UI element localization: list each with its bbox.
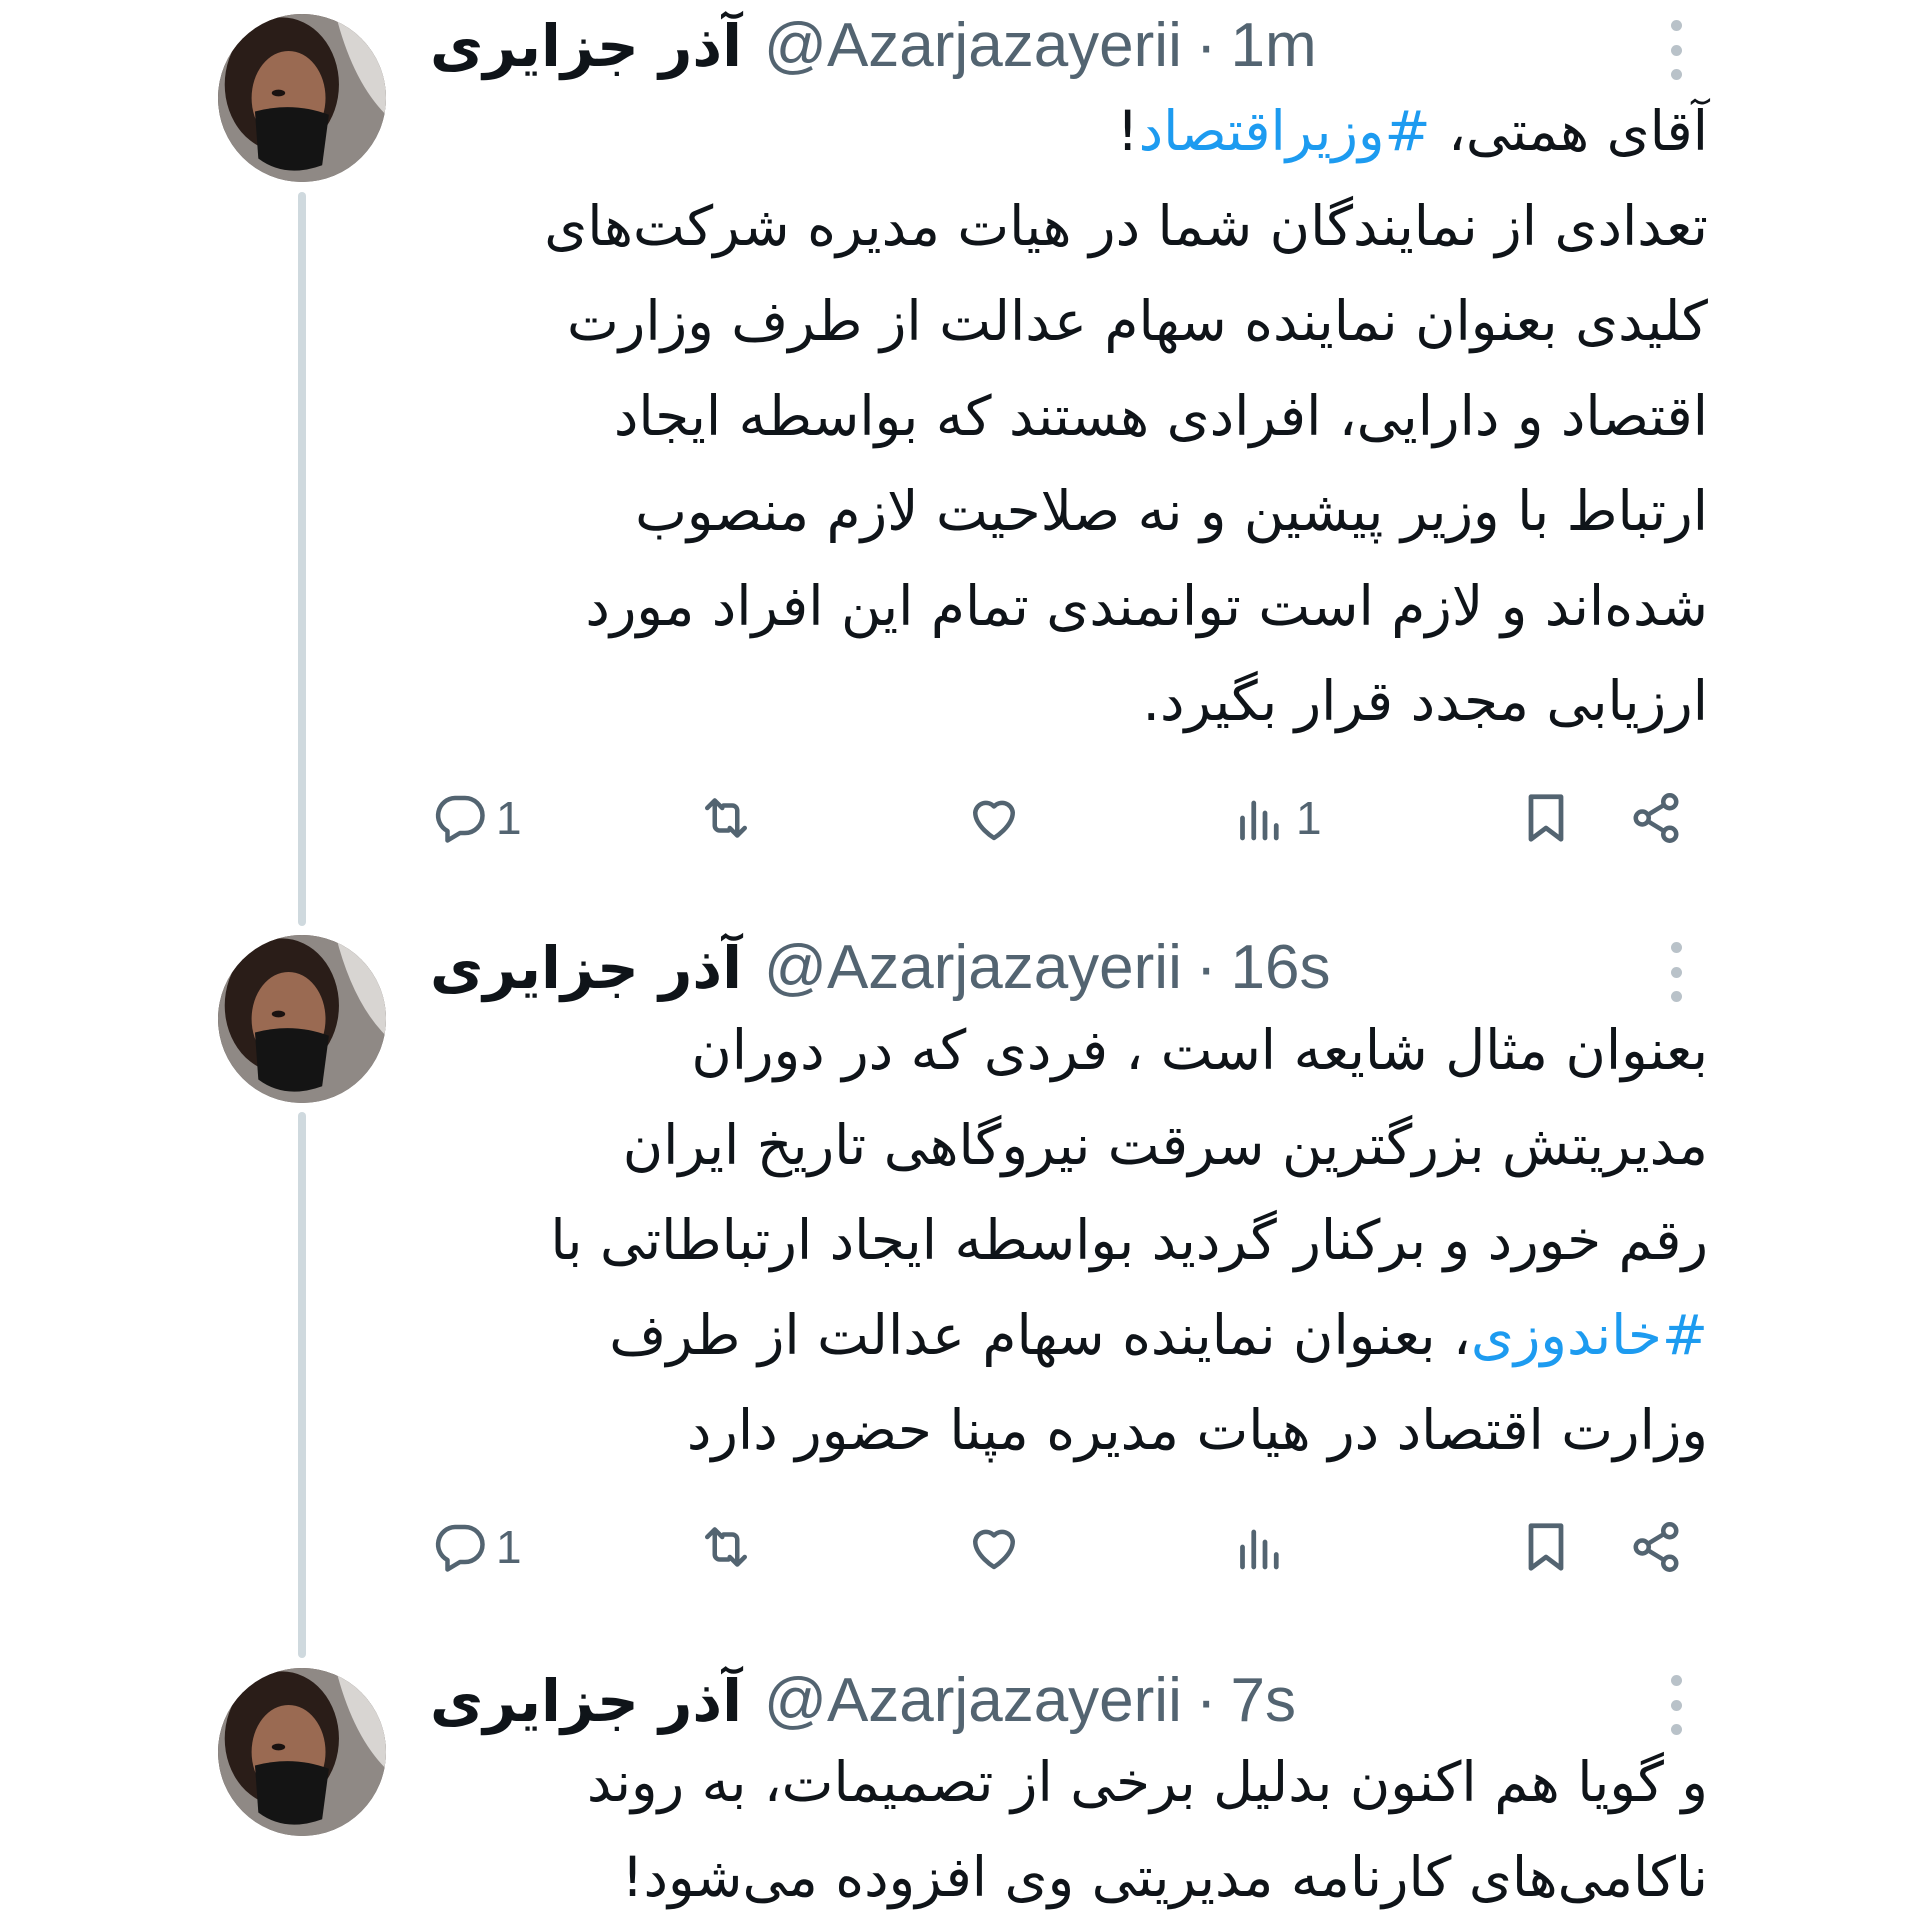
like-icon: [973, 800, 1015, 841]
separator-dot: ·: [1195, 933, 1217, 1002]
retweet-button[interactable]: [696, 1512, 756, 1582]
more-icon[interactable]: [1664, 20, 1688, 80]
tweet-text: بعنوان مثال شایعه است ، فردی که در دوران…: [418, 1003, 1708, 1478]
bookmark-icon: [1528, 794, 1564, 842]
share-icon: [1633, 793, 1679, 843]
tweet-line: تعدادی از نمایندگان شما در هیات مدیره شر…: [544, 194, 1708, 258]
thread-line: [298, 192, 306, 926]
tweet-line: #خاندوزی، بعنوان نماینده سهام عدالت از ط…: [418, 1288, 1708, 1383]
retweet-button[interactable]: [696, 783, 756, 853]
user-handle[interactable]: @Azarjazayerii: [764, 6, 1182, 86]
tweet-line: بعنوان مثال شایعه است ، فردی که در دوران: [691, 1018, 1708, 1082]
user-handle[interactable]: @Azarjazayerii: [764, 1661, 1182, 1741]
like-button[interactable]: [964, 1512, 1024, 1582]
share-icon: [1633, 1522, 1679, 1572]
share-button[interactable]: [1626, 1512, 1686, 1582]
separator-dot: ·: [1195, 1666, 1217, 1735]
reply-button[interactable]: 1: [430, 1512, 522, 1582]
action-bar: 1 1: [430, 783, 1690, 853]
bookmark-button[interactable]: [1516, 1512, 1576, 1582]
views-icon: [1240, 1529, 1279, 1570]
hashtag-link[interactable]: #وزیراقتصاد: [1139, 99, 1431, 163]
user-handle[interactable]: @Azarjazayerii: [764, 928, 1182, 1008]
tweet-text: آقای همتی، #وزیراقتصاد! تعدادی از نمایند…: [418, 84, 1708, 749]
tweet-line: آقای همتی، #وزیراقتصاد!: [418, 84, 1708, 179]
timestamp[interactable]: 16s: [1231, 928, 1331, 1008]
tweet-text: و گویا هم اکنون بدلیل برخی از تصمیمات، ب…: [418, 1735, 1708, 1925]
avatar-photo: [218, 14, 386, 182]
avatar[interactable]: [218, 1668, 386, 1836]
retweet-icon: [705, 798, 747, 838]
reply-count: 1: [496, 1521, 522, 1573]
reply-icon: [435, 795, 485, 843]
views-button[interactable]: [1230, 1512, 1290, 1582]
reply-icon: [435, 1524, 485, 1572]
display-name[interactable]: آذر جزایری: [430, 1661, 742, 1741]
hashtag-link[interactable]: #خاندوزی: [1471, 1303, 1708, 1367]
reply-count: 1: [496, 792, 522, 844]
separator-dot: ·: [1195, 11, 1217, 80]
avatar-photo: [218, 935, 386, 1103]
more-icon[interactable]: [1664, 1675, 1688, 1735]
avatar[interactable]: [218, 14, 386, 182]
view-count: 1: [1296, 792, 1322, 844]
timestamp[interactable]: 7s: [1231, 1661, 1296, 1741]
tweet-line: ارتباط با وزیر پیشین و نه صلاحیت لازم من…: [635, 479, 1708, 543]
display-name[interactable]: آذر جزایری: [430, 6, 742, 86]
tweet-line: وزارت اقتصاد در هیات مدیره مپنا حضور دار…: [686, 1398, 1708, 1462]
tweet-line: و گویا هم اکنون بدلیل برخی از تصمیمات، ب…: [586, 1750, 1708, 1814]
timestamp[interactable]: 1m: [1231, 6, 1317, 86]
share-button[interactable]: [1626, 783, 1686, 853]
tweet-line: شده‌اند و لازم است توانمندی تمام این افر…: [585, 574, 1708, 638]
tweet-line: کلیدی بعنوان نماینده سهام عدالت از طرف و…: [567, 289, 1708, 353]
more-icon[interactable]: [1664, 942, 1688, 1002]
text-segment: ، بعنوان نماینده سهام عدالت از طرف: [609, 1303, 1471, 1367]
tweet-line: ارزیابی مجدد قرار بگیرد.: [1142, 669, 1708, 733]
retweet-icon: [705, 1527, 747, 1567]
like-button[interactable]: [964, 783, 1024, 853]
bookmark-button[interactable]: [1516, 783, 1576, 853]
tweet-line: مدیریتش بزرگترین سرقت نیروگاهی تاریخ ایر…: [622, 1113, 1708, 1177]
tweet-line: ناکامی‌های کارنامه مدیریتی وی افزوده می‌…: [621, 1845, 1708, 1909]
tweet-header: آذر جزایری @Azarjazayerii · 7s: [430, 1661, 1296, 1741]
tweet-line: اقتصاد و دارایی، افرادی هستند که بواسطه …: [613, 384, 1708, 448]
views-icon: [1240, 800, 1279, 841]
views-button[interactable]: 1: [1230, 783, 1322, 853]
like-icon: [973, 1529, 1015, 1570]
text-segment: آقای همتی،: [1430, 99, 1708, 163]
text-segment: !: [1116, 99, 1139, 163]
avatar[interactable]: [218, 935, 386, 1103]
thread-line: [298, 1112, 306, 1658]
action-bar: 1: [430, 1512, 1690, 1582]
reply-button[interactable]: 1: [430, 783, 522, 853]
bookmark-icon: [1528, 1523, 1564, 1571]
tweet-header: آذر جزایری @Azarjazayerii · 1m: [430, 6, 1317, 86]
tweet-line: رقم خورد و برکنار گردید بواسطه ایجاد ارت…: [550, 1208, 1708, 1272]
tweet-header: آذر جزایری @Azarjazayerii · 16s: [430, 928, 1330, 1008]
avatar-photo: [218, 1668, 386, 1836]
display-name[interactable]: آذر جزایری: [430, 928, 742, 1008]
